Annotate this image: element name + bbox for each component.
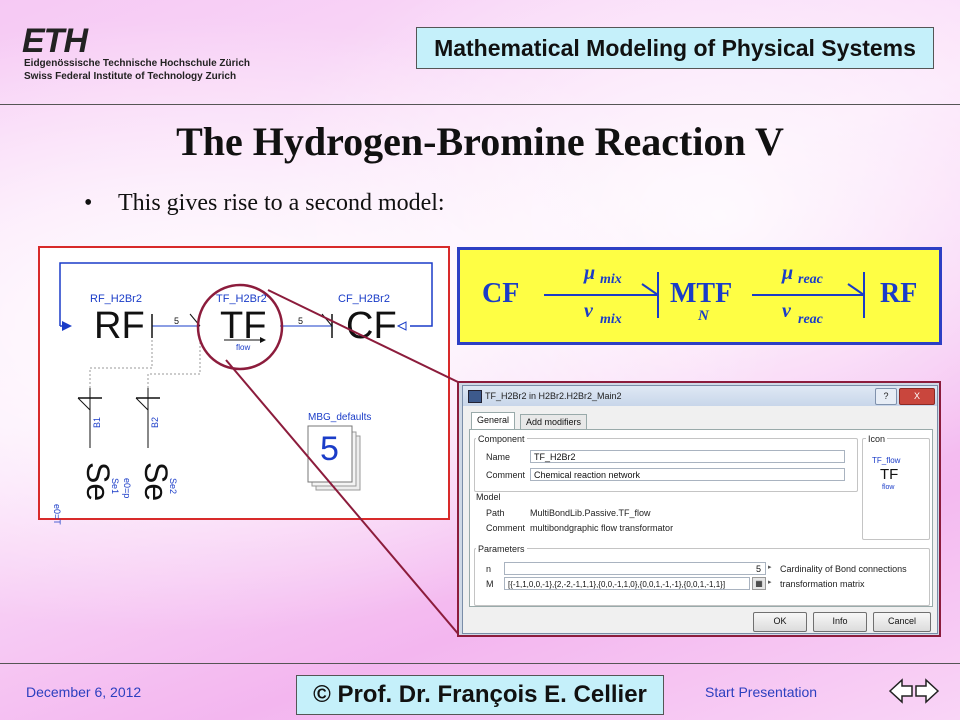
n-label: n bbox=[486, 564, 492, 574]
back-arrow-icon[interactable] bbox=[888, 678, 913, 704]
path-label: Path bbox=[486, 508, 505, 518]
bond-graph-box: CF MTF RF μ mix ν mix N μ reac ν reac bbox=[457, 247, 942, 345]
n-description: Cardinality of Bond connections bbox=[780, 564, 907, 574]
bg-nu-left: ν bbox=[584, 300, 593, 322]
footer-divider bbox=[0, 663, 960, 664]
nav-arrows bbox=[888, 678, 940, 704]
model-comment-label: Comment bbox=[486, 523, 526, 533]
bg-reac-top: reac bbox=[798, 272, 823, 287]
bg-mtf: MTF bbox=[670, 278, 733, 309]
close-button[interactable]: X bbox=[899, 388, 935, 405]
model-comment-value: multibondgraphic flow transformator bbox=[530, 523, 674, 533]
parameter-dialog: TF_H2Br2 in H2Br2.H2Br2_Main2 ? X Genera… bbox=[462, 385, 938, 634]
forward-arrow-icon[interactable] bbox=[915, 678, 940, 704]
bg-mix-bottom: mix bbox=[600, 312, 622, 327]
bg-n: N bbox=[698, 308, 709, 324]
bg-cf: CF bbox=[482, 278, 520, 309]
icon-group bbox=[862, 438, 930, 540]
start-presentation-link[interactable]: Start Presentation bbox=[705, 684, 817, 700]
dialog-title: TF_H2Br2 in H2Br2.H2Br2_Main2 bbox=[485, 391, 622, 401]
m-label: M bbox=[486, 579, 494, 589]
m-field[interactable]: [{-1,1,0,0,-1},{2,-2,-1,1,1},{0,0,-1,1,0… bbox=[504, 577, 750, 590]
n-dropdown-icon[interactable]: ▸ bbox=[768, 563, 772, 571]
tab-panel: Component Name TF_H2Br2 Comment Chemical… bbox=[469, 429, 933, 607]
bg-mu-right: μ bbox=[782, 262, 794, 284]
bg-rf: RF bbox=[880, 278, 918, 309]
name-field[interactable]: TF_H2Br2 bbox=[530, 450, 845, 463]
author-credit-box: © Prof. Dr. François E. Cellier bbox=[296, 675, 664, 715]
ok-button[interactable]: OK bbox=[753, 612, 807, 632]
dialog-titlebar[interactable]: TF_H2Br2 in H2Br2.H2Br2_Main2 ? X bbox=[463, 386, 937, 406]
path-value: MultiBondLib.Passive.TF_flow bbox=[530, 508, 651, 518]
model-group-label: Model bbox=[476, 492, 501, 502]
bg-mix-top: mix bbox=[600, 272, 622, 287]
icon-group-label: Icon bbox=[866, 434, 888, 444]
cancel-button[interactable]: Cancel bbox=[873, 612, 931, 632]
n-field[interactable]: 5 bbox=[504, 562, 766, 575]
comment-field[interactable]: Chemical reaction network bbox=[530, 468, 845, 481]
component-group bbox=[474, 438, 858, 492]
tab-add-modifiers[interactable]: Add modifiers bbox=[520, 414, 588, 430]
comment-label: Comment bbox=[486, 470, 526, 480]
icon-tf-preview: TF bbox=[880, 466, 899, 483]
matrix-editor-icon[interactable]: ▦ bbox=[752, 577, 766, 590]
help-button[interactable]: ? bbox=[875, 388, 897, 405]
bg-nu-right: ν bbox=[782, 300, 791, 322]
m-dropdown-icon[interactable]: ▸ bbox=[768, 578, 772, 586]
component-group-label: Component bbox=[476, 434, 527, 444]
name-label: Name bbox=[486, 452, 511, 462]
dialog-app-icon bbox=[468, 390, 482, 403]
parameters-group-label: Parameters bbox=[476, 544, 527, 554]
icon-flow-label: flow bbox=[882, 484, 895, 491]
icon-tf-flow-label: TF_flow bbox=[872, 456, 901, 465]
info-button[interactable]: Info bbox=[813, 612, 867, 632]
tab-general[interactable]: General bbox=[471, 412, 516, 430]
bg-reac-bottom: reac bbox=[798, 312, 823, 327]
footer-date: December 6, 2012 bbox=[26, 684, 142, 700]
m-description: transformation matrix bbox=[780, 579, 865, 589]
bg-mu-left: μ bbox=[584, 262, 596, 284]
